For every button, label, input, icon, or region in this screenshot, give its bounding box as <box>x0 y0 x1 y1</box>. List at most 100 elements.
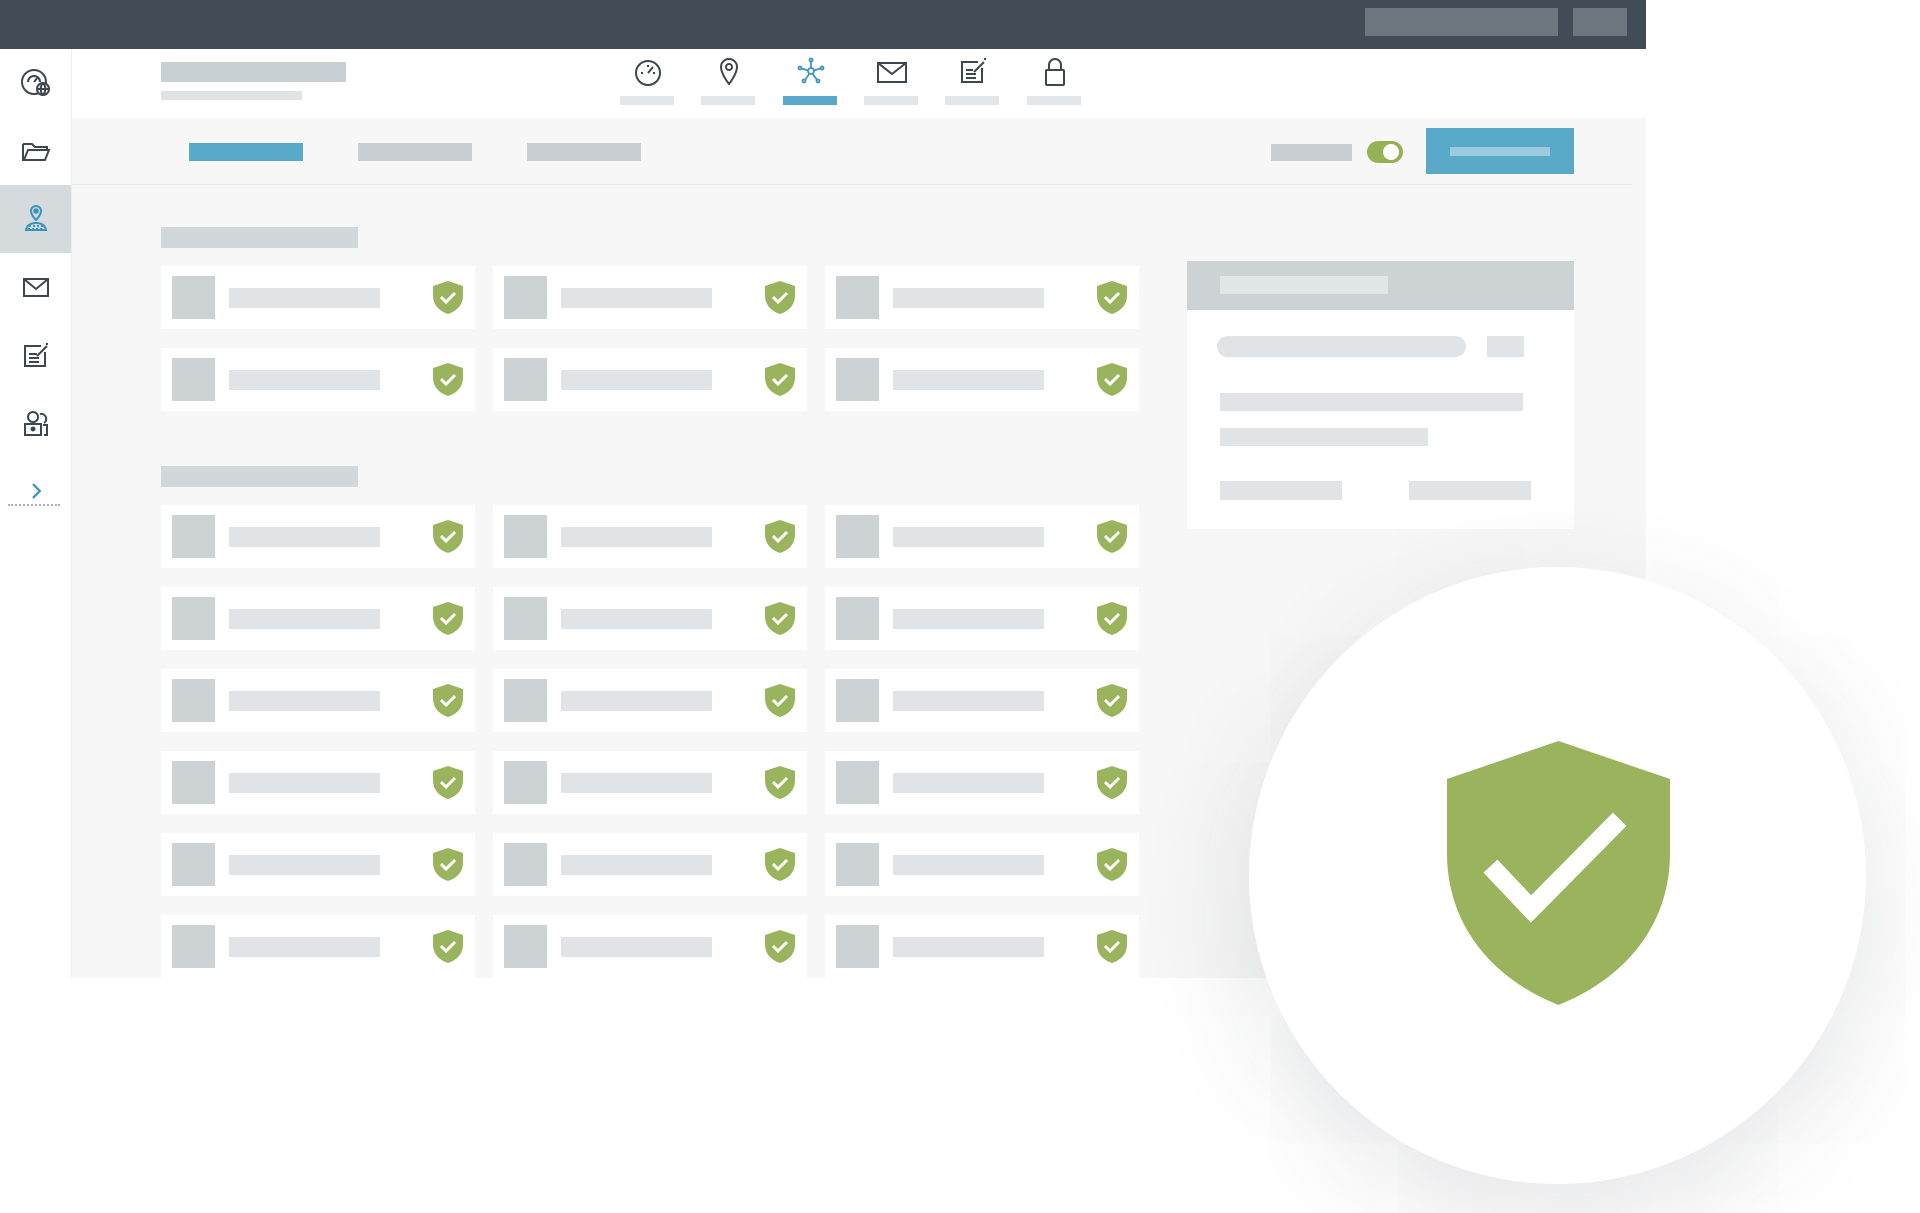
item-thumbnail <box>836 761 879 804</box>
list-item[interactable] <box>161 915 475 978</box>
item-label <box>893 609 1044 629</box>
shield-check-icon <box>1097 363 1127 396</box>
tab-indicator <box>864 96 918 105</box>
tab-indicator <box>945 96 999 105</box>
item-label <box>229 691 380 711</box>
mail-icon <box>22 278 49 297</box>
tab-locations[interactable] <box>701 56 755 106</box>
sidebar <box>0 49 72 978</box>
item-thumbnail <box>836 843 879 886</box>
details-panel-link[interactable] <box>1409 481 1531 500</box>
shield-check-icon <box>1097 848 1127 881</box>
sidebar-item-notes[interactable] <box>0 321 71 389</box>
list-item[interactable] <box>161 348 475 411</box>
shield-check-icon <box>765 930 795 963</box>
list-item[interactable] <box>161 669 475 732</box>
list-item[interactable] <box>161 587 475 650</box>
list-item[interactable] <box>493 266 807 329</box>
tab-mail[interactable] <box>864 56 918 106</box>
list-item[interactable] <box>161 751 475 814</box>
list-item[interactable] <box>493 669 807 732</box>
item-thumbnail <box>172 925 215 968</box>
item-thumbnail <box>836 925 879 968</box>
item-thumbnail <box>836 597 879 640</box>
details-panel-link[interactable] <box>1220 481 1342 500</box>
list-item[interactable] <box>825 587 1139 650</box>
item-label <box>893 288 1044 308</box>
section-title <box>161 227 358 248</box>
item-label <box>229 288 380 308</box>
item-label <box>229 370 380 390</box>
item-thumbnail <box>172 358 215 401</box>
list-item[interactable] <box>825 915 1139 978</box>
sidebar-item-users[interactable] <box>0 389 71 457</box>
tab-indicator <box>701 96 755 105</box>
list-item[interactable] <box>493 587 807 650</box>
details-panel-title <box>1220 276 1388 294</box>
subtab-1[interactable] <box>189 143 303 161</box>
list-item[interactable] <box>825 505 1139 568</box>
shield-check-icon <box>765 520 795 553</box>
list-item[interactable] <box>825 348 1139 411</box>
list-item[interactable] <box>825 669 1139 732</box>
item-thumbnail <box>504 276 547 319</box>
edit-icon <box>961 58 986 83</box>
lock-icon <box>1045 58 1065 86</box>
shield-check-icon <box>1097 602 1127 635</box>
shield-check-icon <box>765 848 795 881</box>
dashboard-globe-icon <box>20 69 50 96</box>
page-subtitle <box>161 91 302 100</box>
shield-check-icon <box>765 766 795 799</box>
tab-indicator <box>783 96 837 105</box>
item-label <box>893 937 1044 957</box>
top-bar-search-placeholder[interactable] <box>1365 8 1558 36</box>
list-item[interactable] <box>825 751 1139 814</box>
item-label <box>561 937 712 957</box>
item-thumbnail <box>172 679 215 722</box>
shield-check-icon <box>765 281 795 314</box>
shield-check-icon <box>1097 281 1127 314</box>
primary-action-button[interactable] <box>1426 128 1574 174</box>
tab-security[interactable] <box>1027 56 1081 106</box>
shield-check-icon <box>765 363 795 396</box>
edit-note-icon <box>23 343 48 367</box>
list-item[interactable] <box>161 266 475 329</box>
sidebar-item-mail[interactable] <box>0 253 71 321</box>
sidebar-item-files[interactable] <box>0 117 71 185</box>
tab-network[interactable] <box>783 56 837 106</box>
sidebar-expand-button[interactable] <box>0 461 71 521</box>
item-label <box>229 527 380 547</box>
shield-check-icon <box>1097 766 1127 799</box>
tab-notes[interactable] <box>945 56 999 106</box>
item-thumbnail <box>836 515 879 558</box>
map-pin-icon <box>719 57 739 86</box>
shield-check-icon <box>765 684 795 717</box>
item-label <box>561 773 712 793</box>
item-thumbnail <box>172 761 215 804</box>
list-item[interactable] <box>161 833 475 896</box>
item-thumbnail <box>504 515 547 558</box>
item-thumbnail <box>836 276 879 319</box>
sidebar-item-locations[interactable] <box>0 185 71 253</box>
subtab-3[interactable] <box>527 143 641 161</box>
item-thumbnail <box>836 679 879 722</box>
list-item[interactable] <box>493 348 807 411</box>
list-item[interactable] <box>161 505 475 568</box>
tab-dashboard[interactable] <box>620 56 674 106</box>
sidebar-item-dashboard[interactable] <box>0 49 71 117</box>
shield-check-icon <box>433 602 463 635</box>
list-item[interactable] <box>493 915 807 978</box>
list-item[interactable] <box>493 833 807 896</box>
item-label <box>893 773 1044 793</box>
item-thumbnail <box>172 515 215 558</box>
list-item[interactable] <box>825 266 1139 329</box>
page-title <box>161 62 346 82</box>
list-item[interactable] <box>825 833 1139 896</box>
item-label <box>561 288 712 308</box>
list-item[interactable] <box>493 505 807 568</box>
details-panel-line <box>1220 428 1428 446</box>
shield-check-icon <box>433 930 463 963</box>
list-item[interactable] <box>493 751 807 814</box>
subtab-2[interactable] <box>358 143 472 161</box>
top-bar-account-placeholder[interactable] <box>1573 8 1627 36</box>
